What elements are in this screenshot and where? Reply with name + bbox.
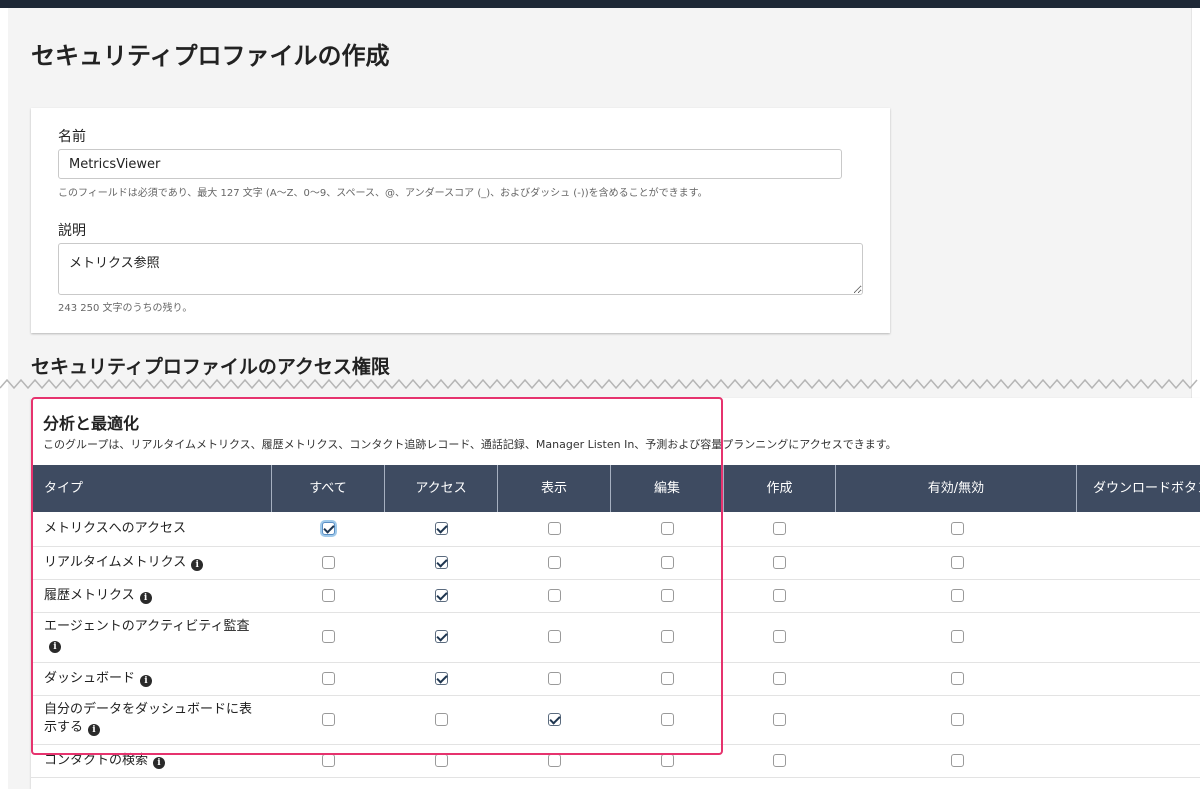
name-hint: このフィールドは必須であり、最大 127 文字 (A〜Z、0〜9、スペース、@、… [58,188,708,199]
permission-checkbox[interactable] [435,713,448,726]
permission-checkbox[interactable] [661,630,674,643]
permission-checkbox[interactable] [773,630,786,643]
permission-checkbox[interactable] [773,556,786,569]
info-icon[interactable]: i [49,641,61,653]
group-title: 分析と最適化 [43,414,140,433]
table-row: 履歴メトリクス i [31,579,1200,613]
permission-checkbox[interactable] [661,522,674,535]
description-hint: 243 250 文字のうちの残り。 [58,303,193,314]
permission-checkbox[interactable] [773,754,786,767]
column-header-type: タイプ [31,465,272,512]
permission-checkbox[interactable] [951,672,964,685]
table-row: ダッシュボード i [31,662,1200,696]
column-header-edit: 編集 [611,465,724,512]
permission-checkbox[interactable] [322,754,335,767]
permission-checkbox[interactable] [951,713,964,726]
permission-checkbox[interactable] [951,630,964,643]
column-header-create: 作成 [724,465,836,512]
permission-checkbox[interactable] [548,589,561,602]
name-input[interactable] [58,149,842,179]
permission-checkbox[interactable] [548,754,561,767]
row-label: ダッシュボード i [44,670,264,688]
permission-checkbox[interactable] [548,630,561,643]
permissions-group-card: 分析と最適化 このグループは、リアルタイムメトリクス、履歴メトリクス、コンタクト… [31,398,1200,789]
permission-checkbox[interactable] [322,556,335,569]
table-row: コンタクトの検索 i [31,744,1200,778]
table-row: メトリクスへのアクセス [31,512,1200,547]
row-label: 自分のデータをダッシュボードに表示する i [44,701,264,737]
description-input[interactable]: メトリクス参照 [58,243,863,295]
permission-checkbox[interactable] [548,713,561,726]
permission-checkbox[interactable] [548,522,561,535]
permission-checkbox[interactable] [435,522,448,535]
info-icon[interactable]: i [191,559,204,571]
row-label-text: コンタクトの検索 [44,753,149,768]
column-header-view: 表示 [498,465,611,512]
row-label-text: 履歴メトリクス [44,588,135,603]
page-title: セキュリティプロファイルの作成 [31,42,390,70]
profile-form-card: 名前 このフィールドは必須であり、最大 127 文字 (A〜Z、0〜9、スペース… [31,108,890,333]
name-label: 名前 [58,129,86,145]
permission-checkbox[interactable] [951,556,964,569]
permission-checkbox[interactable] [548,672,561,685]
info-icon[interactable]: i [139,592,152,604]
permission-checkbox[interactable] [661,556,674,569]
permission-checkbox[interactable] [435,672,448,685]
permission-checkbox[interactable] [661,672,674,685]
row-label: コンタクトの検索 i [44,752,264,770]
info-icon[interactable]: i [153,757,166,769]
permission-checkbox[interactable] [322,713,335,726]
page-cut-divider [0,378,1198,390]
permissions-section-title: セキュリティプロファイルのアクセス権限 [31,356,390,378]
row-label-text: エージェントのアクティビティ監査 [44,619,250,634]
permission-checkbox[interactable] [435,754,448,767]
permission-checkbox[interactable] [951,754,964,767]
permission-checkbox[interactable] [951,589,964,602]
permission-checkbox[interactable] [773,522,786,535]
row-label-text: メトリクスへのアクセス [44,521,186,536]
table-row: リアルタイムメトリクス i [31,546,1200,580]
permission-checkbox[interactable] [548,556,561,569]
permission-checkbox[interactable] [322,589,335,602]
table-row: 自分のデータをダッシュボードに表示する i [31,695,1200,745]
row-label: 履歴メトリクス i [44,587,264,605]
permission-checkbox[interactable] [773,672,786,685]
column-header-enable-disable: 有効/無効 [836,465,1077,512]
left-edge [0,8,8,789]
row-label-text: 自分のデータをダッシュボードに表示する [44,702,253,735]
group-description: このグループは、リアルタイムメトリクス、履歴メトリクス、コンタクト追跡レコード、… [43,438,897,451]
permission-checkbox[interactable] [951,522,964,535]
info-icon[interactable]: i [88,724,101,736]
row-label: リアルタイムメトリクス i [44,554,264,572]
permission-checkbox[interactable] [322,672,335,685]
permission-checkbox[interactable] [322,630,335,643]
column-header-access: アクセス [385,465,498,512]
row-label: エージェントのアクティビティ監査 i [44,618,264,654]
permission-checkbox[interactable] [773,713,786,726]
table-row: エージェントのアクティビティ監査 i [31,612,1200,663]
info-icon[interactable]: i [140,675,153,687]
permission-checkbox[interactable] [435,630,448,643]
permission-checkbox[interactable] [435,589,448,602]
description-label: 説明 [58,223,86,239]
permission-checkbox[interactable] [661,713,674,726]
column-header-all: すべて [272,465,385,512]
permission-checkbox[interactable] [661,754,674,767]
row-label-text: ダッシュボード [44,671,136,686]
row-label: メトリクスへのアクセス [44,520,264,538]
row-label-text: リアルタイムメトリクス [44,555,187,570]
permission-checkbox[interactable] [435,556,448,569]
top-bar [0,0,1200,8]
permission-checkbox[interactable] [773,589,786,602]
permission-checkbox[interactable] [322,522,335,535]
column-header-download-button: ダウンロードボタン [1093,481,1200,496]
permission-checkbox[interactable] [661,589,674,602]
permissions-table-header: タイプ すべて アクセス 表示 編集 作成 有効/無効 ダウンロードボタン [31,465,1200,512]
